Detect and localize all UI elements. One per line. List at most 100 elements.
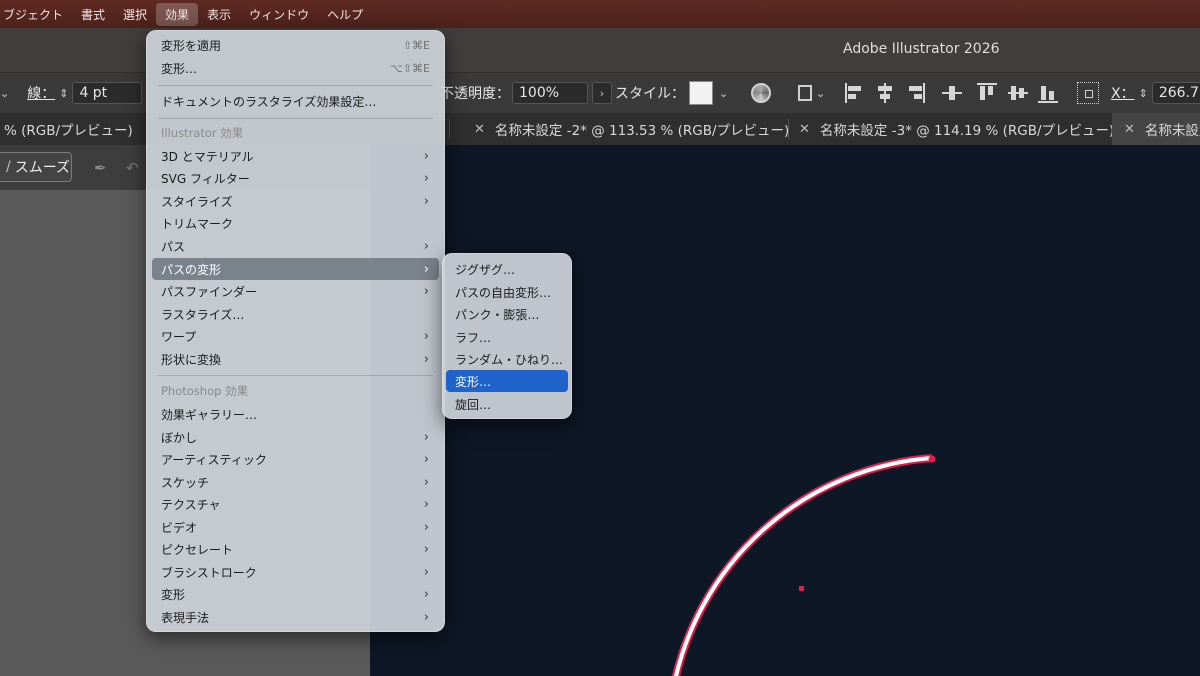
tab-label: 名称未設定 [1144,123,1200,139]
opacity-label: 不透明度： [440,86,510,102]
stroke-weight-field[interactable]: 4 pt [72,82,143,104]
align-right-icon[interactable] [905,83,925,103]
close-icon[interactable]: ✕ [474,122,485,137]
submenu-item-free-distort[interactable]: パスの自由変形… [446,281,568,303]
menu-window[interactable]: ウィンドウ [240,3,318,26]
menu-help[interactable]: ヘルプ [318,3,372,26]
smooth-button[interactable]: / スムーズ [0,152,72,182]
chevron-right-icon: › [423,519,429,535]
recolor-icon[interactable] [751,83,771,103]
close-icon[interactable]: ✕ [799,122,810,137]
distribute-icon[interactable] [942,83,962,103]
menu-item-path[interactable]: パス › [152,235,439,257]
stepper-icon[interactable]: ⇕ [1139,87,1148,100]
close-icon[interactable]: ✕ [1124,122,1135,137]
stroke-label: 線： [27,86,56,102]
chevron-icon: / [6,159,11,175]
submenu-item-tweak[interactable]: ランダム・ひねり… [446,348,568,370]
menu-item-texture[interactable]: テクスチャ › [152,493,439,515]
menu-select[interactable]: 選択 [114,3,156,26]
tab-label: 名称未設定 -2* @ 113.53 % (RGB/プレビュー) [494,123,790,139]
menu-item-effect-gallery[interactable]: 効果ギャラリー… [152,403,439,425]
stepper-icon[interactable]: ⇕ [59,87,68,100]
menu-item-distort-transform[interactable]: パスの変形 › [152,258,439,280]
menu-view[interactable]: 表示 [198,3,240,26]
menu-item-stylize[interactable]: スタイライズ › [152,190,439,212]
style-label: スタイル： [615,86,685,102]
menu-item-label: パスファインダー [161,284,258,299]
submenu-item-roughen[interactable]: ラフ… [446,326,568,348]
chevron-right-icon: › [423,451,429,467]
menu-item-pixelate[interactable]: ピクセレート › [152,538,439,560]
menu-item-label: 効果ギャラリー… [161,407,258,422]
submenu-item-zigzag[interactable]: ジグザグ… [446,258,568,280]
align-left-icon[interactable] [845,83,865,103]
menu-item-label: 変形… [161,61,198,76]
menu-type[interactable]: 書式 [72,3,114,26]
anchor-point[interactable] [928,455,936,463]
document-tab[interactable]: ✕ 名称未設定 -3* @ 114.19 % (RGB/プレビュー) [799,113,1114,145]
menu-item-brush-strokes[interactable]: ブラシストローク › [152,561,439,583]
chevron-right-icon: › [423,496,429,512]
menu-item-apply-effect[interactable]: 変形を適用 ⇧⌘E [152,34,439,56]
align-horizontal-center-icon[interactable] [875,83,895,103]
document-tab-active[interactable]: ✕ 名称未設定 [1112,113,1200,145]
chevron-right-icon: › [423,609,429,625]
x-label: X： [1111,86,1135,102]
menu-item-sketch[interactable]: スケッチ › [152,471,439,493]
align-top-icon[interactable] [977,83,997,103]
menu-divider [158,85,433,86]
pen-icon[interactable]: ✒ [94,159,110,177]
submenu-item-pucker-bloat[interactable]: パンク・膨張… [446,303,568,325]
submenu-item-transform[interactable]: 変形… [446,370,568,392]
menu-item-pathfinder[interactable]: パスファインダー › [152,280,439,302]
menu-item-svg-filters[interactable]: SVG フィルター › [152,167,439,189]
menu-item-transform-effect[interactable]: 変形… ⌥⇧⌘E [152,57,439,79]
menu-item-label: ドキュメントのラスタライズ効果設定… [161,94,377,109]
menu-item-blur[interactable]: ぼかし › [152,426,439,448]
effect-menu: 変形を適用 ⇧⌘E 変形… ⌥⇧⌘E ドキュメントのラスタライズ効果設定… Il… [146,30,445,632]
align-bottom-icon[interactable] [1038,83,1058,103]
chevron-right-icon: › [599,86,605,100]
menu-item-video[interactable]: ビデオ › [152,516,439,538]
opacity-group: 不透明度： 100% › [440,81,612,105]
menu-effect[interactable]: 効果 [156,2,199,26]
transform-icon[interactable] [798,85,812,101]
document-tab[interactable]: ✕ 名称未設定 -2* @ 113.53 % (RGB/プレビュー) [474,113,789,145]
menu-item-stylize-ps[interactable]: 表現手法 › [152,606,439,628]
tab-divider [449,119,450,139]
menu-item-label: ピクセレート [161,542,234,557]
menu-item-artistic[interactable]: アーティスティック › [152,448,439,470]
menu-divider [158,375,433,376]
opacity-arrow-button[interactable]: › [592,82,612,104]
submenu-item-twist[interactable]: 旋回… [446,393,568,415]
chevron-down-icon[interactable]: ⌄ [719,87,728,100]
menu-item-warp[interactable]: ワープ › [152,325,439,347]
menu-item-distort[interactable]: 変形 › [152,583,439,605]
chevron-down-icon[interactable]: ⌄ [816,87,825,100]
stroke-weight-value: 4 pt [79,85,108,101]
menu-item-label: ビデオ [161,520,198,535]
menu-item-label: 表現手法 [161,610,210,625]
opacity-field[interactable]: 100% [512,82,588,104]
shortcut-label: ⇧⌘E [402,38,430,52]
menu-item-rasterize[interactable]: ラスタライズ… [152,303,439,325]
menu-item-label: ワープ [161,329,197,344]
curve-icon[interactable]: ↶ [126,159,142,177]
menu-item-label: ラフ… [455,330,492,345]
menu-item-crop-marks[interactable]: トリムマーク [152,212,439,234]
x-position-field[interactable]: 266.7 [1151,82,1200,104]
align-vertical-center-icon[interactable] [1008,83,1028,103]
document-tab[interactable]: % (RGB/プレビュー) [0,113,154,145]
menu-object[interactable]: ブジェクト [0,3,72,26]
menu-item-document-raster-settings[interactable]: ドキュメントのラスタライズ効果設定… [152,90,439,112]
menu-item-3d-materials[interactable]: 3D とマテリアル › [152,145,439,167]
menu-item-convert-to-shape[interactable]: 形状に変換 › [152,348,439,370]
reference-point-icon[interactable] [1077,82,1099,104]
menu-item-label: ぼかし [161,430,198,445]
menu-item-label: ジグザグ… [455,262,516,277]
chevron-down-icon[interactable]: ⌄ [0,87,9,100]
shortcut-label: ⌥⇧⌘E [390,61,430,75]
arc-path[interactable] [673,456,933,676]
style-swatch[interactable] [689,81,713,105]
